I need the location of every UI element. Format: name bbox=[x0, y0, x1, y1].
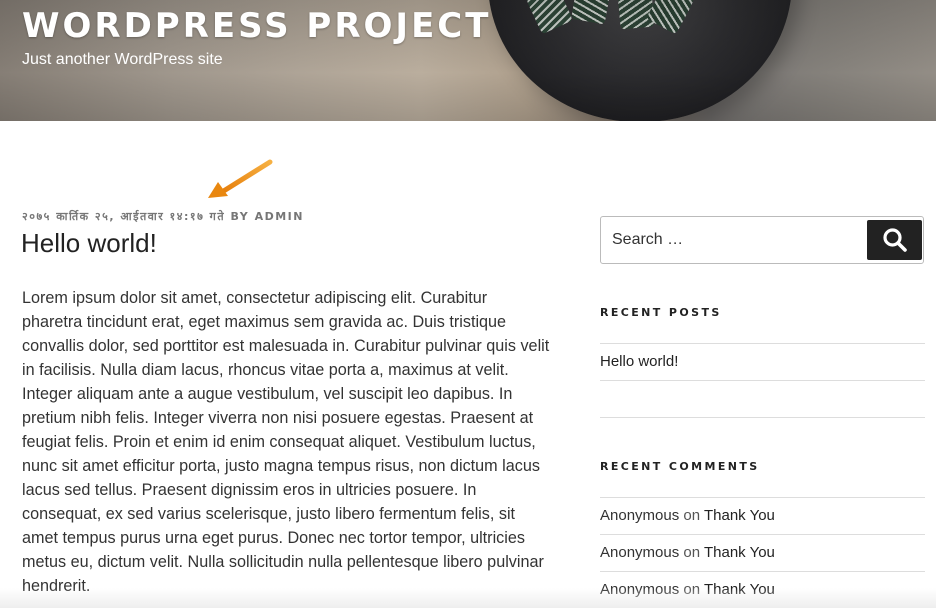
comment-on-label: on bbox=[683, 507, 701, 524]
post-content: Lorem ipsum dolor sit amet, consectetur … bbox=[22, 289, 550, 595]
search-input[interactable] bbox=[601, 217, 861, 263]
post-meta: २०७५ कार्तिक २५, आईतवार १४:१७ गते BY ADM… bbox=[22, 209, 304, 224]
recent-post-link[interactable]: Hello world! bbox=[600, 353, 678, 370]
search-button[interactable] bbox=[867, 220, 922, 260]
recent-comment-item: Anonymous on Thank You bbox=[600, 534, 925, 571]
site-header: WORDPRESS PROJECT Just another WordPress… bbox=[0, 0, 936, 121]
recent-comment-item: Anonymous on Thank You bbox=[600, 497, 925, 534]
comment-post-link[interactable]: Thank You bbox=[704, 581, 775, 598]
recent-comments-title: RECENT COMMENTS bbox=[600, 460, 760, 473]
search-form bbox=[600, 216, 924, 264]
post-date-link[interactable]: २०७५ कार्तिक २५, आईतवार १४:१७ गते bbox=[22, 210, 225, 223]
comment-author: Anonymous bbox=[600, 581, 680, 598]
post-author-link[interactable]: ADMIN bbox=[255, 210, 304, 223]
recent-comments-list: Anonymous on Thank You Anonymous on Than… bbox=[600, 497, 925, 608]
site-description: Just another WordPress site bbox=[22, 51, 223, 68]
comment-author: Anonymous bbox=[600, 507, 680, 524]
search-icon bbox=[882, 228, 907, 252]
annotation-arrow-icon bbox=[208, 159, 273, 198]
recent-posts-title: RECENT POSTS bbox=[600, 306, 722, 319]
post-title[interactable]: Hello world! bbox=[21, 228, 157, 259]
post-by-label: BY bbox=[230, 210, 250, 223]
recent-posts-list: Hello world! bbox=[600, 343, 925, 418]
site-title[interactable]: WORDPRESS PROJECT bbox=[22, 6, 491, 46]
comment-author: Anonymous bbox=[600, 544, 680, 561]
recent-comment-item: Anonymous on Thank You bbox=[600, 571, 925, 608]
recent-post-item: Hello world! bbox=[600, 343, 925, 380]
recent-posts-spacer bbox=[600, 380, 925, 418]
comment-post-link[interactable]: Thank You bbox=[704, 544, 775, 561]
comment-on-label: on bbox=[683, 581, 701, 598]
comment-on-label: on bbox=[683, 544, 701, 561]
comment-post-link[interactable]: Thank You bbox=[704, 507, 775, 524]
